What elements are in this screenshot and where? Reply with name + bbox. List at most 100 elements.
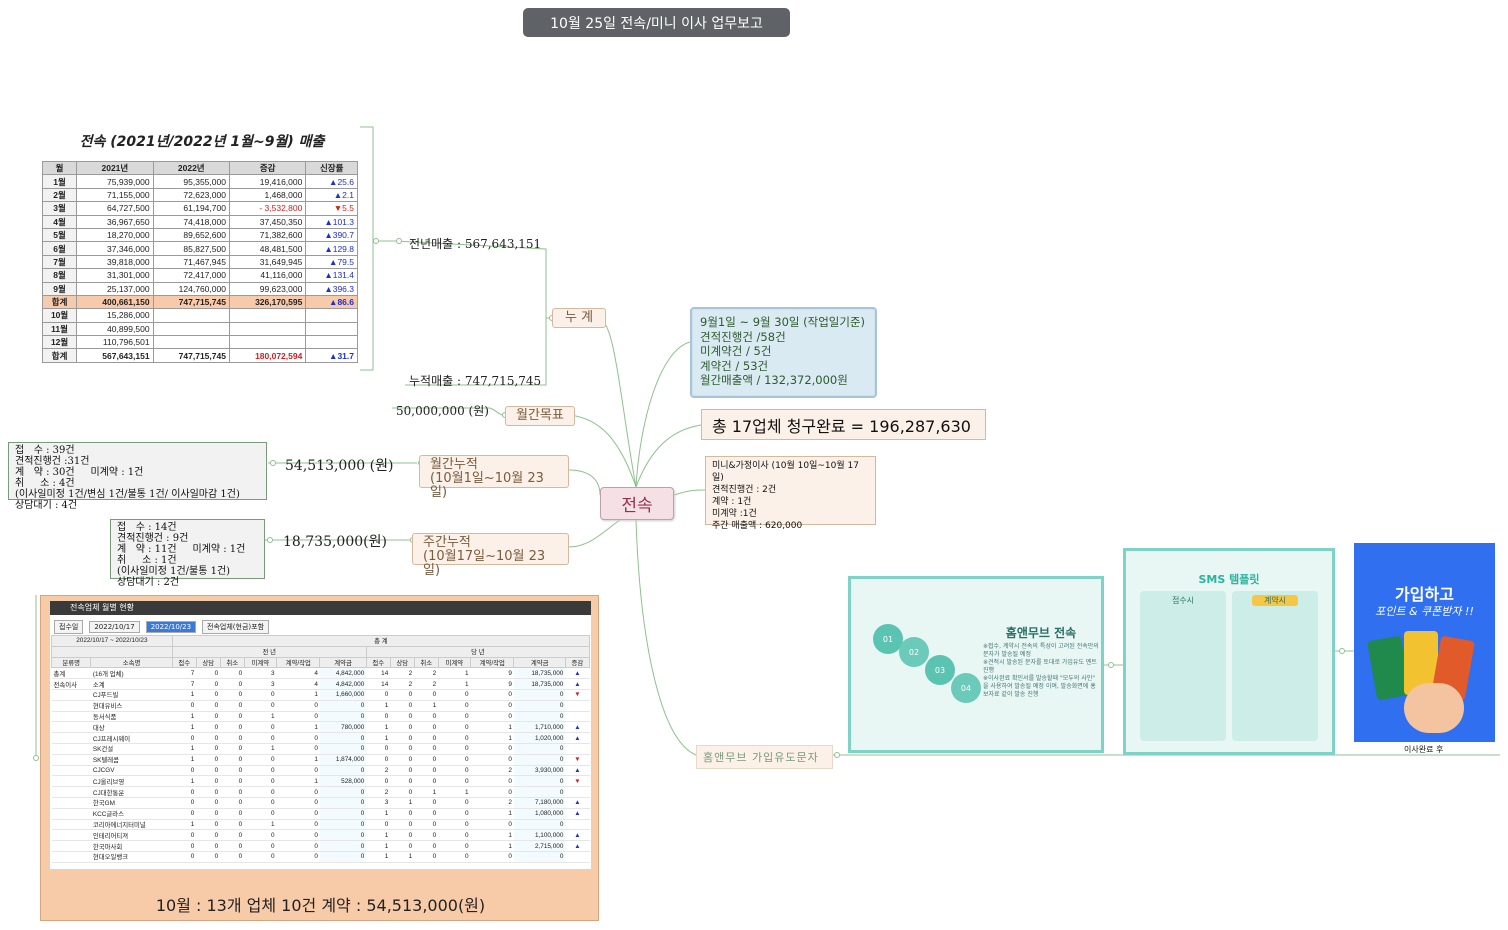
- table-cell: 4,842,000: [319, 678, 367, 690]
- sales-cell: [228, 321, 307, 337]
- signup-coupon-image[interactable]: 가입하고 포인트 & 쿠폰받자 !!: [1354, 543, 1495, 742]
- weekly-detail-box[interactable]: 접 수 : 14건 견적진행건 : 9건 계 약 : 11건 미계약 : 1건 …: [110, 519, 265, 588]
- table-cell: 0: [276, 808, 320, 820]
- sales-cell: 71,467,945: [152, 254, 230, 270]
- table-cell: 0: [220, 743, 245, 755]
- cumulative-sales[interactable]: 누적매출 : 747,715,745: [409, 372, 541, 389]
- table-cell: 0: [244, 829, 277, 842]
- table-cell: 0: [390, 775, 415, 788]
- table-cell: 0: [470, 689, 514, 701]
- company-status-screenshot[interactable]: 전속업체 월별 현황 접수일 2022/10/17 2022/10/23 전속업…: [40, 595, 599, 921]
- table-cell: 인테리어티져: [90, 829, 173, 842]
- sms-col-2-label: 계약시: [1252, 595, 1298, 606]
- table-row[interactable]: CJ올리브영 1 0 0 0 1 528,000 0 0 0 0 0 0 ▼: [51, 775, 590, 788]
- table-row[interactable]: 한국GM 0 0 0 0 0 0 3 1 0 0 2 7,180,000 ▲: [51, 797, 590, 809]
- table-cell: 0: [319, 840, 367, 852]
- table-row[interactable]: 대상 1 0 0 0 1 780,000 1 0 0 0 1 1,710,000 ▲: [51, 721, 590, 734]
- table-cell: [565, 786, 590, 798]
- table-row[interactable]: 현대유비스 0 0 0 0 0 0 1 0 1 0 0 0: [51, 700, 590, 712]
- monthly-cum-value[interactable]: 54,513,000 (원): [285, 455, 393, 475]
- table-cell: 0: [414, 711, 439, 723]
- table-row[interactable]: KCC글라스 0 0 0 0 0 0 1 0 0 0 1 1,080,000 ▲: [51, 808, 590, 820]
- table-row[interactable]: 현대오일뱅크 0 0 0 0 0 0 1 1 0 0 0 0: [51, 851, 590, 863]
- table-row[interactable]: CJ프레시웨이 0 0 0 0 0 0 1 0 0 0 1 1,020,000 ▲: [51, 732, 590, 744]
- table-row[interactable]: CJ대한통운 0 0 0 0 0 0 2 0 1 1 0 0: [51, 786, 590, 798]
- table-cell: 2,715,000: [513, 840, 566, 852]
- prev-year-sales[interactable]: 전년매출 : 567,643,151: [409, 235, 541, 252]
- sales-cell: - 3,532,800: [228, 201, 307, 216]
- table-cell: 전속이사: [51, 678, 91, 690]
- table-cell: 4: [276, 678, 320, 690]
- table-cell: 1: [366, 732, 391, 744]
- weekly-cum-value[interactable]: 18,735,000(원): [283, 531, 387, 551]
- monthly-cum-node[interactable]: 월간누적 (10월1일~10월 23일): [419, 455, 569, 500]
- table-row[interactable]: 전속이사 소계 7 0 0 3 4 4,842,000 14 2 2 1 9 18,735,000 ▲: [51, 678, 590, 690]
- table-cell: 0: [276, 765, 320, 777]
- table-cell: 1,660,000: [319, 689, 367, 701]
- central-topic[interactable]: 전속: [600, 487, 674, 520]
- table-cell: 0: [172, 700, 197, 712]
- homemove-promo-image[interactable]: 01 02 03 04 홈앤무브 전속 ※접수, 계약시 전속의 특성이 고려된…: [848, 576, 1104, 753]
- table-cell: ▲: [565, 808, 590, 820]
- table-row[interactable]: CJ푸드빌 1 0 0 0 1 1,660,000 0 0 0 0 0 0 ▼: [51, 689, 590, 701]
- table-cell: 0: [438, 732, 471, 744]
- table-cell: 0: [414, 721, 439, 734]
- promo-bullet: ※이사완료 확인서를 발송할때 "모두의 사인" 을 사용하여 발송될 예정 이…: [983, 675, 1096, 698]
- table-cell: 1: [366, 808, 391, 820]
- table-cell: 4,842,000: [319, 667, 367, 680]
- table-cell: 0: [172, 797, 197, 809]
- table-cell: [51, 732, 91, 744]
- table-cell: [565, 819, 590, 831]
- table-cell: 3: [366, 797, 391, 809]
- table-row[interactable]: 동서식품 1 0 0 1 0 0 0 0 0 0 0 0: [51, 711, 590, 723]
- sales-cell: [152, 308, 230, 323]
- total-billing[interactable]: 총 17업체 청구완료 = 196,287,630: [701, 409, 986, 440]
- table-cell: 현대유비스: [90, 700, 173, 712]
- col-header: 계약/작업: [276, 656, 321, 669]
- monthly-goal-value[interactable]: 50,000,000 (원): [396, 402, 489, 419]
- table-row[interactable]: CJCGV 0 0 0 0 0 0 2 0 0 0 2 3,930,000 ▲: [51, 765, 590, 777]
- table-cell: 0: [438, 721, 471, 734]
- september-summary[interactable]: 9월1일 ~ 9월 30일 (작업일기준) 견적진행건 /58건 미계약건 / …: [690, 307, 877, 398]
- table-row[interactable]: 한국마사회 0 0 0 0 0 0 1 0 0 0 1 2,715,000 ▲: [51, 840, 590, 852]
- weekly-cum-node[interactable]: 주간누적 (10월17일~10월 23일): [412, 533, 569, 578]
- table-row[interactable]: SK건설 1 0 0 1 0 0 0 0 0 0 0 0: [51, 743, 590, 755]
- table-cell: 0: [244, 786, 277, 798]
- page-title[interactable]: 10월 25일 전속/미니 이사 업무보고: [523, 8, 790, 37]
- table-row[interactable]: 코리아에너지터미널 1 0 0 1 0 0 0 0 0 0 0 0: [51, 819, 590, 831]
- homemove-node[interactable]: 홈앤무브 가입유도문자: [696, 745, 833, 769]
- table-cell: 0: [319, 829, 367, 842]
- table-cell: 7: [172, 678, 197, 690]
- table-row[interactable]: 총계 (16개 업체) 7 0 0 3 4 4,842,000 14 2 2 1 9 18,735,000…: [51, 667, 590, 680]
- table-cell: 소계: [90, 678, 173, 690]
- sms-template-image[interactable]: SMS 템플릿 접수시 계약시: [1123, 548, 1335, 755]
- table-cell: [51, 765, 91, 777]
- table-cell: 0: [513, 711, 566, 723]
- mini-move-summary[interactable]: 미니&가정이사 (10월 10일~10월 17일) 견적진행건 : 2건 계약 …: [705, 456, 876, 531]
- table-cell: 2: [414, 678, 439, 690]
- mini-line: 미니&가정이사 (10월 10일~10월 17일): [712, 461, 859, 483]
- cumulative-node[interactable]: 누 계: [552, 308, 607, 328]
- table-cell: 0: [513, 786, 566, 798]
- col-header: 취소: [413, 656, 439, 669]
- sales-cell: ▲396.3: [305, 281, 358, 296]
- sales-header-cell: 증감: [228, 160, 307, 176]
- group-prev: 전 년: [171, 645, 367, 658]
- table-cell: 1: [244, 819, 277, 831]
- mini-line: 계약 : 1건: [712, 497, 752, 507]
- table-cell: 0: [220, 829, 245, 842]
- sept-line: 계약건 / 53건: [700, 358, 769, 373]
- table-cell: [51, 829, 91, 842]
- table-cell: 0: [390, 829, 415, 842]
- screenshot-caption: 10월 : 13개 업체 10건 계약 : 54,513,000(원): [155, 896, 486, 915]
- monthly-detail-box[interactable]: 접 수 : 39건 견적진행건 :31건 계 약 : 30건 미계약 : 1건 …: [8, 442, 267, 511]
- monthly-goal-node[interactable]: 월간목표: [505, 406, 575, 426]
- table-cell: ▼: [565, 689, 590, 701]
- table-cell: 0: [244, 754, 277, 766]
- table-row[interactable]: SK텔레콤 1 0 0 0 1 1,874,000 0 0 0 0 0 0 ▼: [51, 754, 590, 766]
- sales-cell: ▼5.5: [305, 201, 358, 216]
- table-cell: 대상: [90, 721, 173, 734]
- table-row[interactable]: 인테리어티져 0 0 0 0 0 0 1 0 0 0 1 1,100,000 ▲: [51, 829, 590, 842]
- date-from: 2022/10/17: [89, 620, 140, 633]
- table-cell: 1: [390, 851, 415, 863]
